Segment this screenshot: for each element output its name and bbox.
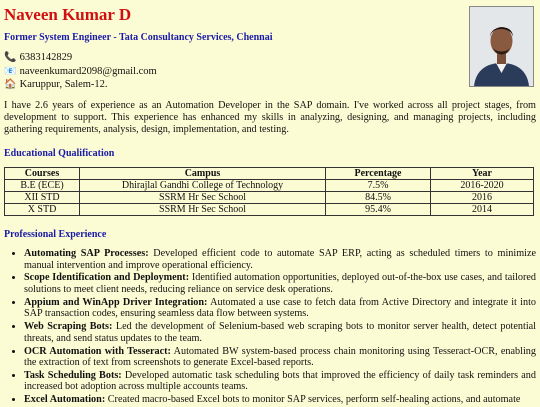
profile-summary: I have 2.6 years of experience as an Aut… bbox=[4, 100, 536, 136]
current-role: Former System Engineer - Tata Consultanc… bbox=[4, 32, 273, 43]
email-icon: 📧 bbox=[4, 66, 17, 77]
table-cell: 2014 bbox=[430, 203, 534, 216]
table-cell: 95.4% bbox=[325, 203, 431, 216]
item-title: Task Scheduling Bots: bbox=[24, 369, 122, 381]
table-cell: 2016-2020 bbox=[430, 179, 534, 192]
list-item: Task Scheduling Bots: Developed automati… bbox=[24, 370, 536, 393]
list-item: OCR Automation with Tesseract: Automated… bbox=[24, 346, 536, 369]
column-header: Year bbox=[430, 167, 534, 180]
education-table: Courses Campus Percentage Year B.E (ECE)… bbox=[4, 167, 534, 216]
experience-heading: Professional Experience bbox=[4, 229, 107, 240]
item-text: Created macro-based Excel bots to monito… bbox=[105, 394, 521, 406]
phone-line: 📞 6383142829 bbox=[4, 52, 72, 63]
table-cell: 2016 bbox=[430, 191, 534, 204]
education-header-row: Courses Campus Percentage Year bbox=[4, 167, 534, 180]
table-cell: SSRM Hr Sec School bbox=[79, 203, 326, 216]
column-header: Campus bbox=[79, 167, 326, 180]
list-item: Automating SAP Processes: Developed effi… bbox=[24, 248, 536, 271]
phone-icon: 📞 bbox=[4, 52, 17, 63]
profile-photo bbox=[469, 6, 534, 87]
column-header: Percentage bbox=[325, 167, 431, 180]
table-cell: B.E (ECE) bbox=[4, 179, 80, 192]
email-line: 📧 naveenkumard2098@gmail.com bbox=[4, 66, 157, 77]
item-title: Excel Automation: bbox=[24, 394, 106, 406]
list-item: Web Scraping Bots: Led the development o… bbox=[24, 321, 536, 344]
home-icon: 🏠 bbox=[4, 79, 17, 90]
list-item: Excel Automation: Created macro-based Ex… bbox=[24, 394, 536, 406]
address-line: 🏠 Karuppur, Salem-12. bbox=[4, 79, 108, 90]
item-title: OCR Automation with Tesseract: bbox=[24, 345, 171, 357]
education-heading: Educational Qualification bbox=[4, 148, 115, 159]
candidate-name: Naveen Kumar D bbox=[4, 5, 132, 24]
item-title: Appium and WinApp Driver Integration: bbox=[24, 296, 208, 308]
item-title: Automating SAP Processes: bbox=[24, 248, 149, 259]
table-row: X STD SSRM Hr Sec School 95.4% 2014 bbox=[4, 203, 534, 216]
table-cell: XII STD bbox=[4, 191, 80, 204]
table-cell: X STD bbox=[4, 203, 80, 216]
resume-page: Naveen Kumar D Former System Engineer - … bbox=[0, 0, 540, 405]
item-title: Scope Identification and Deployment: bbox=[24, 272, 190, 284]
table-cell: 7.5% bbox=[325, 179, 431, 192]
table-cell: Dhirajlal Gandhi College of Technology bbox=[79, 179, 326, 192]
item-title: Web Scraping Bots: bbox=[24, 321, 113, 333]
table-row: B.E (ECE) Dhirajlal Gandhi College of Te… bbox=[4, 179, 534, 192]
experience-list: Automating SAP Processes: Developed effi… bbox=[4, 248, 536, 407]
table-cell: SSRM Hr Sec School bbox=[79, 191, 326, 204]
list-item: Appium and WinApp Driver Integration: Au… bbox=[24, 297, 536, 320]
phone-number[interactable]: 6383142829 bbox=[20, 52, 73, 63]
email-address[interactable]: naveenkumard2098@gmail.com bbox=[20, 66, 157, 77]
list-item: Scope Identification and Deployment: Ide… bbox=[24, 272, 536, 295]
table-row: XII STD SSRM Hr Sec School 84.5% 2016 bbox=[4, 191, 534, 204]
profile-photo-image bbox=[470, 7, 533, 86]
column-header: Courses bbox=[4, 167, 80, 180]
address-text: Karuppur, Salem-12. bbox=[19, 79, 108, 90]
table-cell: 84.5% bbox=[325, 191, 431, 204]
